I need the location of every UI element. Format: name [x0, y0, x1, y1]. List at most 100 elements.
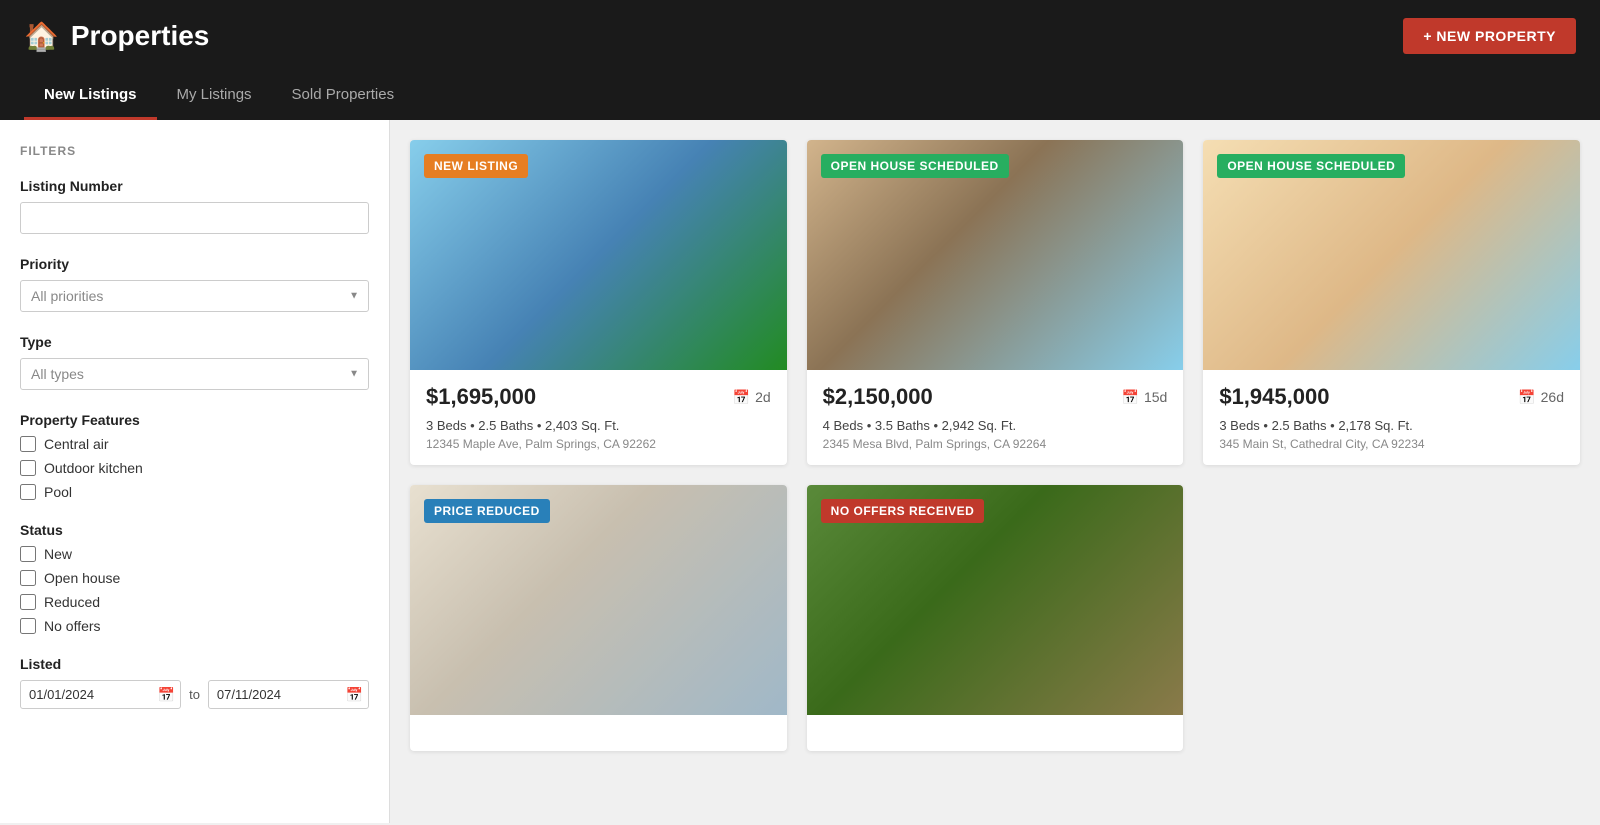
priority-label: Priority: [20, 256, 369, 272]
feature-pool[interactable]: Pool: [20, 484, 369, 500]
status-open-house-checkbox[interactable]: [20, 570, 36, 586]
status-new-checkbox[interactable]: [20, 546, 36, 562]
property-card-4[interactable]: PRICE REDUCED: [410, 485, 787, 751]
card-badge-4: PRICE REDUCED: [424, 499, 550, 523]
card-badge-2: OPEN HOUSE SCHEDULED: [821, 154, 1009, 178]
listed-group: Listed 📅 to 📅: [20, 656, 369, 709]
feature-outdoor-kitchen-checkbox[interactable]: [20, 460, 36, 476]
calendar-icon-1: 📅: [733, 389, 750, 406]
property-content: NEW LISTING $1,695,000 📅 2d 3 Beds • 2.5…: [390, 120, 1600, 823]
status-new-label: New: [44, 546, 72, 562]
property-features-label: Property Features: [20, 412, 369, 428]
card-days-value-1: 2d: [755, 389, 771, 405]
card-body-5: [807, 715, 1184, 751]
listing-number-group: Listing Number: [20, 178, 369, 234]
type-label: Type: [20, 334, 369, 350]
card-price-2: $2,150,000: [823, 384, 933, 410]
feature-central-air-checkbox[interactable]: [20, 436, 36, 452]
type-select-wrap: All types House Condo Townhouse Land: [20, 358, 369, 390]
card-specs-1: 3 Beds • 2.5 Baths • 2,403 Sq. Ft.: [426, 418, 771, 433]
card-image-2: OPEN HOUSE SCHEDULED: [807, 140, 1184, 370]
listing-number-input[interactable]: [20, 202, 369, 234]
tabs-nav: New Listings My Listings Sold Properties: [0, 72, 1600, 120]
status-no-offers[interactable]: No offers: [20, 618, 369, 634]
listing-number-label: Listing Number: [20, 178, 369, 194]
card-days-value-3: 26d: [1541, 389, 1564, 405]
priority-select[interactable]: All priorities High Medium Low: [20, 280, 369, 312]
sidebar-filters: FILTERS Listing Number Priority All prio…: [0, 120, 390, 823]
date-from-wrap: 📅: [20, 680, 181, 709]
status-open-house[interactable]: Open house: [20, 570, 369, 586]
card-days-2: 📅 15d: [1122, 389, 1168, 406]
status-list: New Open house Reduced No offers: [20, 546, 369, 634]
status-open-house-label: Open house: [44, 570, 120, 586]
calendar-icon-3: 📅: [1518, 389, 1535, 406]
status-reduced-label: Reduced: [44, 594, 100, 610]
card-specs-2: 4 Beds • 3.5 Baths • 2,942 Sq. Ft.: [823, 418, 1168, 433]
calendar-icon-2: 📅: [1122, 389, 1139, 406]
card-image-3: OPEN HOUSE SCHEDULED: [1203, 140, 1580, 370]
card-price-row-1: $1,695,000 📅 2d: [426, 384, 771, 410]
card-days-1: 📅 2d: [733, 389, 771, 406]
app-header: 🏠 Properties + NEW PROPERTY: [0, 0, 1600, 72]
feature-pool-label: Pool: [44, 484, 72, 500]
card-image-1: NEW LISTING: [410, 140, 787, 370]
date-to-wrap: 📅: [208, 680, 369, 709]
type-select[interactable]: All types House Condo Townhouse Land: [20, 358, 369, 390]
card-body-2: $2,150,000 📅 15d 4 Beds • 3.5 Baths • 2,…: [807, 370, 1184, 465]
main-layout: FILTERS Listing Number Priority All prio…: [0, 120, 1600, 823]
new-property-button[interactable]: + NEW PROPERTY: [1403, 18, 1576, 54]
date-from-input[interactable]: [20, 680, 181, 709]
feature-outdoor-kitchen-label: Outdoor kitchen: [44, 460, 143, 476]
card-price-row-3: $1,945,000 📅 26d: [1219, 384, 1564, 410]
card-price-3: $1,945,000: [1219, 384, 1329, 410]
card-address-2: 2345 Mesa Blvd, Palm Springs, CA 92264: [823, 437, 1168, 451]
status-no-offers-label: No offers: [44, 618, 101, 634]
card-image-4: PRICE REDUCED: [410, 485, 787, 715]
property-features-group: Property Features Central air Outdoor ki…: [20, 412, 369, 500]
status-reduced-checkbox[interactable]: [20, 594, 36, 610]
property-grid: NEW LISTING $1,695,000 📅 2d 3 Beds • 2.5…: [410, 140, 1580, 751]
card-badge-3: OPEN HOUSE SCHEDULED: [1217, 154, 1405, 178]
card-specs-3: 3 Beds • 2.5 Baths • 2,178 Sq. Ft.: [1219, 418, 1564, 433]
priority-group: Priority All priorities High Medium Low: [20, 256, 369, 312]
status-new[interactable]: New: [20, 546, 369, 562]
card-body-4: [410, 715, 787, 751]
feature-central-air[interactable]: Central air: [20, 436, 369, 452]
date-to-label: to: [189, 687, 200, 702]
status-no-offers-checkbox[interactable]: [20, 618, 36, 634]
tab-new-listings[interactable]: New Listings: [24, 72, 157, 120]
date-to-input[interactable]: [208, 680, 369, 709]
date-range: 📅 to 📅: [20, 680, 369, 709]
card-address-1: 12345 Maple Ave, Palm Springs, CA 92262: [426, 437, 771, 451]
card-body-1: $1,695,000 📅 2d 3 Beds • 2.5 Baths • 2,4…: [410, 370, 787, 465]
card-price-1: $1,695,000: [426, 384, 536, 410]
property-features-list: Central air Outdoor kitchen Pool: [20, 436, 369, 500]
card-image-5: NO OFFERS RECEIVED: [807, 485, 1184, 715]
card-price-row-2: $2,150,000 📅 15d: [823, 384, 1168, 410]
tab-my-listings[interactable]: My Listings: [157, 72, 272, 120]
feature-outdoor-kitchen[interactable]: Outdoor kitchen: [20, 460, 369, 476]
property-card-1[interactable]: NEW LISTING $1,695,000 📅 2d 3 Beds • 2.5…: [410, 140, 787, 465]
property-card-2[interactable]: OPEN HOUSE SCHEDULED $2,150,000 📅 15d 4 …: [807, 140, 1184, 465]
priority-select-wrap: All priorities High Medium Low: [20, 280, 369, 312]
app-title: Properties: [71, 20, 210, 52]
card-badge-5: NO OFFERS RECEIVED: [821, 499, 985, 523]
card-days-value-2: 15d: [1144, 389, 1167, 405]
property-card-5[interactable]: NO OFFERS RECEIVED: [807, 485, 1184, 751]
card-badge-1: NEW LISTING: [424, 154, 528, 178]
filters-title: FILTERS: [20, 144, 369, 158]
status-group: Status New Open house Reduced No offers: [20, 522, 369, 634]
property-card-3[interactable]: OPEN HOUSE SCHEDULED $1,945,000 📅 26d 3 …: [1203, 140, 1580, 465]
header-title-group: 🏠 Properties: [24, 20, 209, 53]
status-label: Status: [20, 522, 369, 538]
listed-label: Listed: [20, 656, 369, 672]
card-body-3: $1,945,000 📅 26d 3 Beds • 2.5 Baths • 2,…: [1203, 370, 1580, 465]
card-days-3: 📅 26d: [1518, 389, 1564, 406]
tab-sold-properties[interactable]: Sold Properties: [272, 72, 415, 120]
card-address-3: 345 Main St, Cathedral City, CA 92234: [1219, 437, 1564, 451]
type-group: Type All types House Condo Townhouse Lan…: [20, 334, 369, 390]
status-reduced[interactable]: Reduced: [20, 594, 369, 610]
feature-pool-checkbox[interactable]: [20, 484, 36, 500]
house-icon: 🏠: [24, 20, 59, 53]
